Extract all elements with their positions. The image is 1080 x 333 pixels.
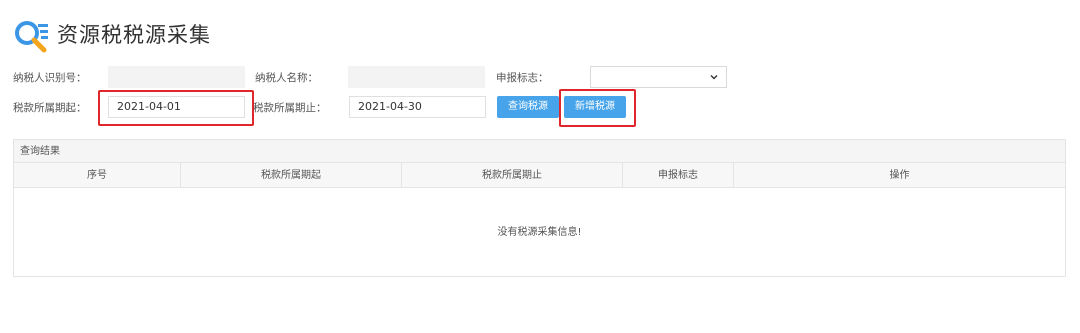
- results-table-header: 序号 税款所属期起 税款所属期止 申报标志 操作: [14, 163, 1065, 188]
- results-title: 查询结果: [20, 146, 60, 157]
- taxpayer-name-label: 纳税人名称：: [255, 72, 318, 84]
- column-header-index: 序号: [14, 163, 181, 188]
- results-header: 查询结果: [14, 140, 1065, 163]
- taxpayer-id-label: 纳税人识别号：: [13, 72, 87, 84]
- add-button-highlight: [559, 89, 636, 127]
- period-end-input[interactable]: 2021-04-30: [349, 96, 486, 118]
- search-document-icon: [15, 21, 48, 53]
- taxpayer-name-field[interactable]: [348, 66, 485, 88]
- empty-message: 没有税源采集信息!: [497, 227, 582, 238]
- period-start-label: 税款所属期起：: [13, 102, 87, 114]
- period-start-highlight: [98, 90, 254, 126]
- column-header-declare-flag: 申报标志: [623, 163, 734, 188]
- column-header-period-start: 税款所属期起: [181, 163, 402, 188]
- page: 资源税税源采集 纳税人识别号： 纳税人名称： 申报标志： 税款所属期起： 202…: [0, 0, 1080, 333]
- results-panel: 查询结果 序号 税款所属期起 税款所属期止 申报标志 操作 没有税源采集信息!: [13, 139, 1066, 277]
- taxpayer-id-field[interactable]: [108, 66, 245, 88]
- column-header-period-end: 税款所属期止: [402, 163, 623, 188]
- period-end-label: 税款所属期止：: [253, 102, 327, 114]
- page-title: 资源税税源采集: [57, 23, 211, 47]
- declare-flag-label: 申报标志：: [496, 72, 549, 84]
- query-button[interactable]: 查询税源: [497, 96, 559, 118]
- chevron-down-icon: [710, 75, 718, 80]
- column-header-actions: 操作: [889, 170, 910, 181]
- declare-flag-select[interactable]: [590, 66, 727, 88]
